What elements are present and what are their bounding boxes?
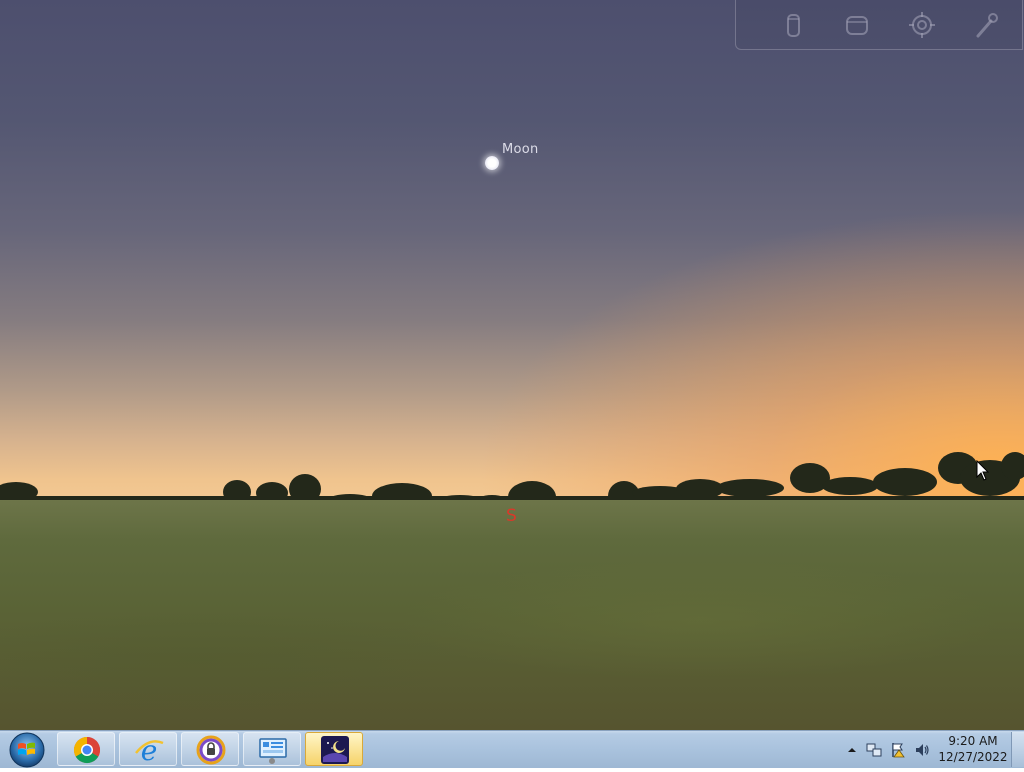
action-center-flag-icon[interactable] bbox=[890, 742, 906, 758]
network-icon[interactable] bbox=[866, 742, 882, 758]
control-panel-icon bbox=[259, 738, 287, 764]
stellarium-icon bbox=[321, 736, 349, 764]
moon-marker[interactable] bbox=[485, 156, 499, 170]
clock-date: 12/27/2022 bbox=[938, 750, 1008, 764]
internet-explorer-icon: e bbox=[135, 735, 164, 765]
vpn-lock-icon bbox=[196, 735, 226, 765]
landscape-ground bbox=[0, 500, 1024, 730]
ocular-icon[interactable] bbox=[843, 10, 871, 40]
taskbar-app-internet-explorer[interactable]: e bbox=[119, 732, 177, 766]
taskbar-app-stellarium[interactable] bbox=[305, 732, 363, 766]
wrench-icon[interactable] bbox=[972, 10, 1000, 40]
start-button[interactable] bbox=[4, 731, 50, 768]
taskbar-clock[interactable]: 9:20 AM 12/27/2022 bbox=[938, 733, 1008, 765]
taskbar: e 9:20 AM 12/27/2022 bbox=[0, 730, 1024, 768]
taskbar-app-chrome[interactable] bbox=[57, 732, 115, 766]
telescope-icon[interactable] bbox=[780, 10, 808, 40]
mouse-cursor-icon bbox=[976, 460, 990, 481]
clock-time: 9:20 AM bbox=[948, 734, 998, 748]
crosshair-icon[interactable] bbox=[908, 10, 936, 40]
svg-text:e: e bbox=[141, 735, 158, 765]
taskbar-app-vpn[interactable] bbox=[181, 732, 239, 766]
cardinal-point-south: S bbox=[506, 506, 517, 526]
taskbar-app-control-panel[interactable] bbox=[243, 732, 301, 766]
show-hidden-icons-chevron-icon[interactable] bbox=[844, 742, 860, 758]
stellarium-top-toolbar bbox=[735, 0, 1023, 50]
show-desktop-button[interactable] bbox=[1011, 732, 1024, 767]
moon-label: Moon bbox=[502, 142, 539, 157]
chrome-icon bbox=[73, 736, 101, 764]
volume-icon[interactable] bbox=[914, 742, 930, 758]
